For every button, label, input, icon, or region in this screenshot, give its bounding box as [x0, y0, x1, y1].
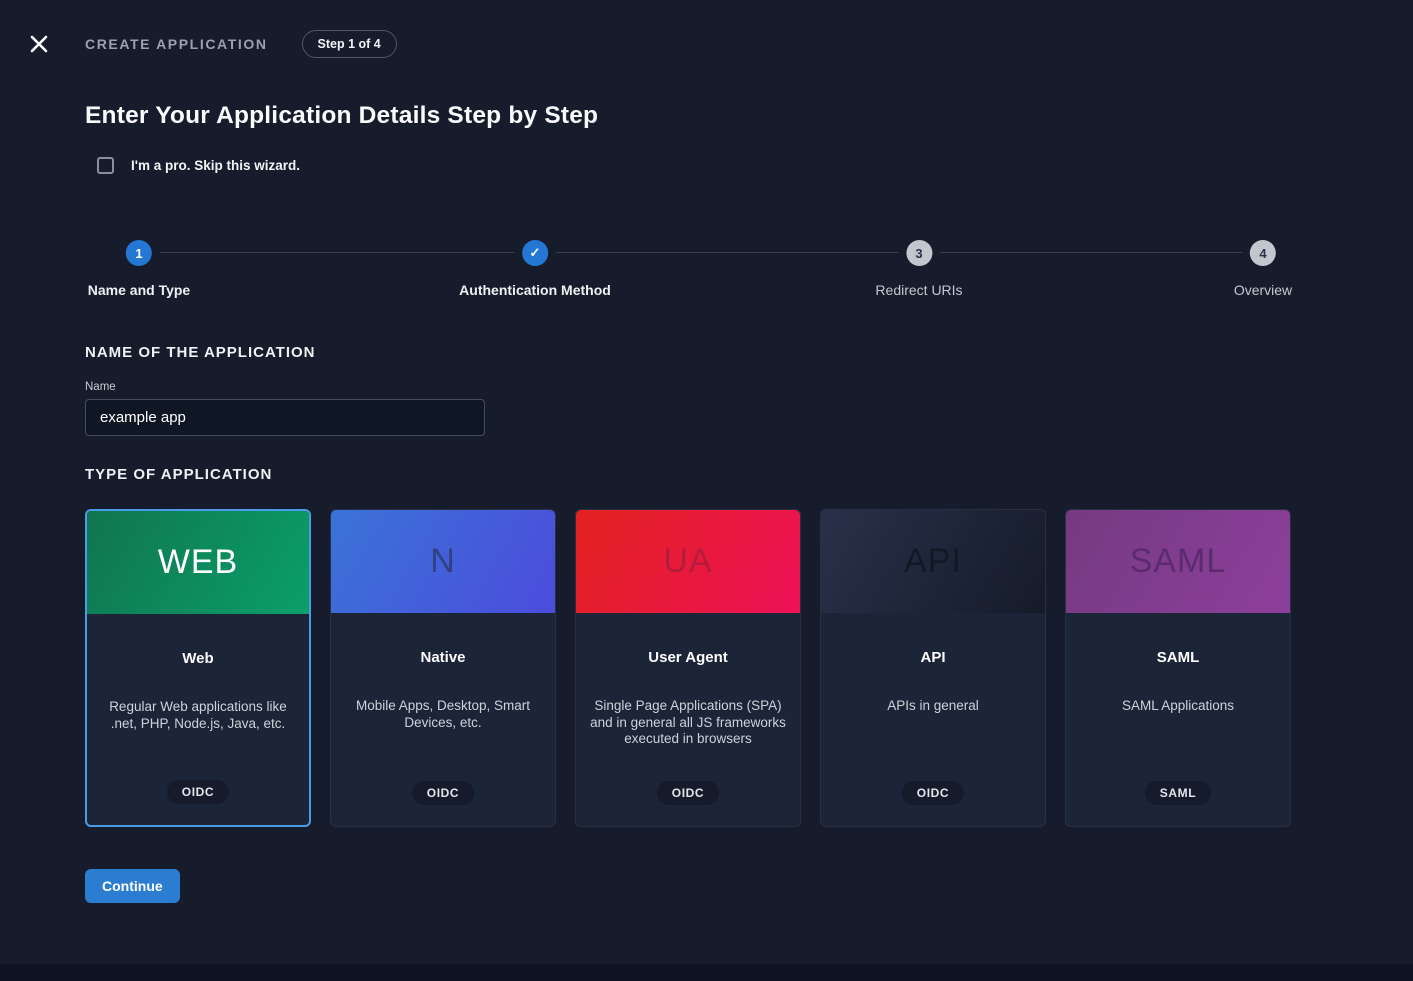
card-native-protocol-badge: OIDC: [412, 781, 474, 805]
skip-wizard-label: I'm a pro. Skip this wizard.: [131, 158, 300, 173]
skip-wizard-option[interactable]: I'm a pro. Skip this wizard.: [97, 157, 300, 174]
step-3-circle: 3: [906, 240, 932, 266]
step-name-and-type[interactable]: 1 Name and Type: [88, 240, 190, 298]
step-1-label: Name and Type: [88, 282, 190, 298]
type-section: TYPE OF APPLICATION WEB Web Regular Web …: [85, 466, 1293, 827]
card-web-title: Web: [182, 650, 213, 667]
page-bottom-edge: [0, 964, 1413, 981]
card-web-monogram: WEB: [158, 543, 238, 582]
step-4-label: Overview: [1234, 282, 1292, 298]
name-field-label: Name: [85, 381, 1293, 393]
step-redirect-uris[interactable]: 3 Redirect URIs: [875, 240, 962, 298]
card-api-body: API APIs in general OIDC: [821, 613, 1045, 826]
stepper-connector: [940, 252, 1242, 253]
card-api-header: API: [821, 510, 1045, 613]
card-native-description: Mobile Apps, Desktop, Smart Devices, etc…: [344, 698, 542, 731]
card-native[interactable]: N Native Mobile Apps, Desktop, Smart Dev…: [330, 509, 556, 827]
card-saml-title: SAML: [1157, 649, 1200, 666]
card-api-monogram: API: [904, 542, 962, 581]
continue-button[interactable]: Continue: [85, 869, 180, 903]
card-saml-protocol-badge: SAML: [1145, 781, 1211, 805]
step-3-label: Redirect URIs: [875, 282, 962, 298]
card-web[interactable]: WEB Web Regular Web applications like .n…: [85, 509, 311, 827]
card-user-agent-header: UA: [576, 510, 800, 613]
close-icon: [29, 34, 49, 54]
step-overview[interactable]: 4 Overview: [1234, 240, 1292, 298]
card-native-title: Native: [420, 649, 465, 666]
card-web-body: Web Regular Web applications like .net, …: [87, 614, 309, 825]
name-section: NAME OF THE APPLICATION Name: [85, 344, 1293, 436]
card-user-agent-description: Single Page Applications (SPA) and in ge…: [589, 698, 787, 748]
step-4-circle: 4: [1250, 240, 1276, 266]
card-user-agent-protocol-badge: OIDC: [657, 781, 719, 805]
close-button[interactable]: [27, 32, 51, 56]
step-authentication-method[interactable]: ✓ Authentication Method: [459, 240, 611, 298]
stepper: 1 Name and Type ✓ Authentication Method …: [85, 240, 1293, 298]
card-api[interactable]: API API APIs in general OIDC: [820, 509, 1046, 827]
card-web-header: WEB: [87, 511, 309, 614]
application-name-input[interactable]: [85, 399, 485, 436]
card-native-header: N: [331, 510, 555, 613]
name-section-heading: NAME OF THE APPLICATION: [85, 344, 1293, 361]
card-native-monogram: N: [430, 542, 456, 581]
card-saml-body: SAML SAML Applications SAML: [1066, 613, 1290, 826]
card-api-protocol-badge: OIDC: [902, 781, 964, 805]
card-user-agent-body: User Agent Single Page Applications (SPA…: [576, 613, 800, 826]
card-saml[interactable]: SAML SAML SAML Applications SAML: [1065, 509, 1291, 827]
type-section-heading: TYPE OF APPLICATION: [85, 466, 1293, 483]
card-user-agent-monogram: UA: [663, 542, 712, 581]
skip-wizard-checkbox[interactable]: [97, 157, 114, 174]
card-web-description: Regular Web applications like .net, PHP,…: [100, 699, 296, 732]
page-title: Enter Your Application Details Step by S…: [85, 102, 1293, 130]
card-saml-monogram: SAML: [1130, 542, 1227, 581]
wizard-topbar: CREATE APPLICATION Step 1 of 4: [0, 0, 1413, 58]
step-2-label: Authentication Method: [459, 282, 611, 298]
card-web-protocol-badge: OIDC: [167, 780, 229, 804]
card-saml-header: SAML: [1066, 510, 1290, 613]
card-user-agent-title: User Agent: [648, 649, 727, 666]
step-2-check-icon: ✓: [522, 240, 548, 266]
card-native-body: Native Mobile Apps, Desktop, Smart Devic…: [331, 613, 555, 826]
application-type-cards: WEB Web Regular Web applications like .n…: [85, 509, 1293, 827]
card-user-agent[interactable]: UA User Agent Single Page Applications (…: [575, 509, 801, 827]
card-api-description: APIs in general: [887, 698, 979, 715]
step-1-circle: 1: [126, 240, 152, 266]
step-progress-badge: Step 1 of 4: [302, 30, 397, 58]
wizard-title: CREATE APPLICATION: [85, 36, 268, 52]
card-api-title: API: [920, 649, 945, 666]
card-saml-description: SAML Applications: [1122, 698, 1234, 715]
